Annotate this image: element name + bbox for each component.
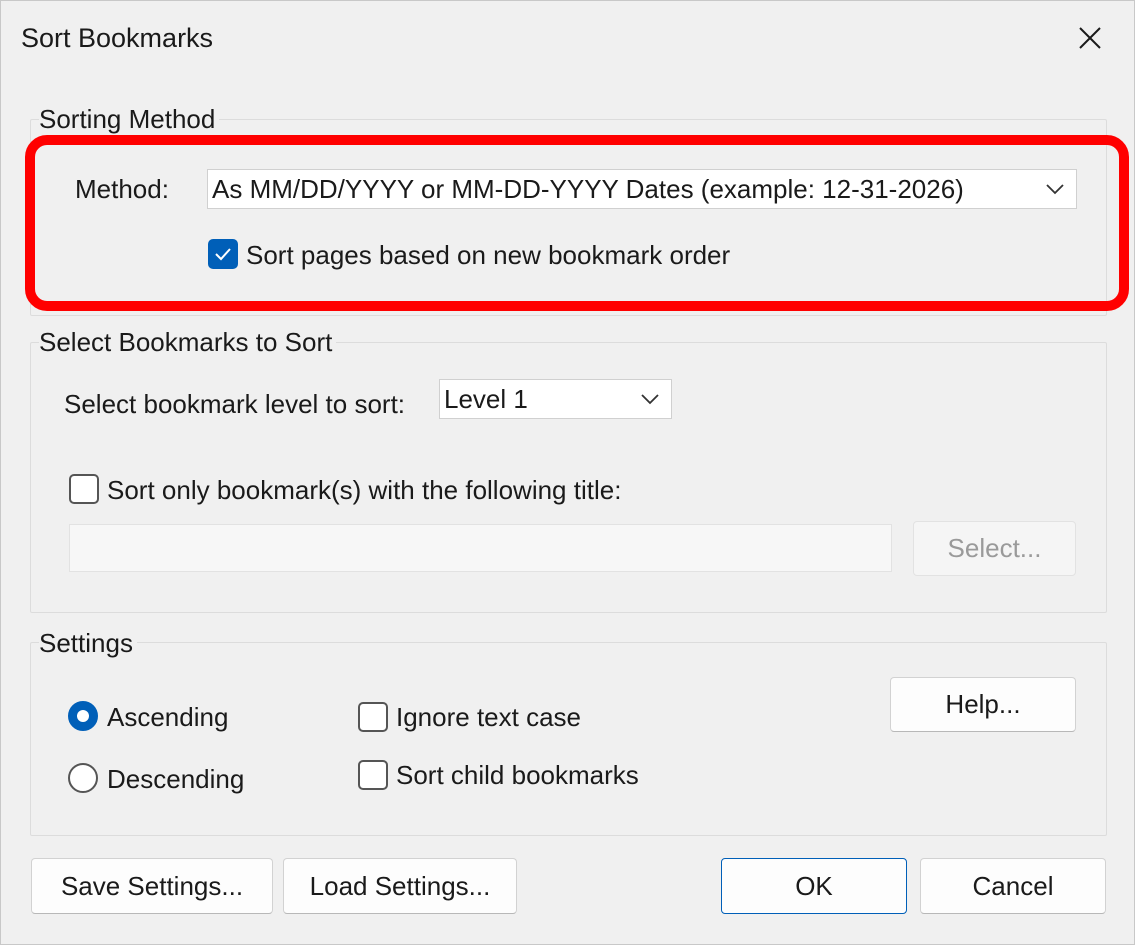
method-label: Method: [75,174,169,204]
chevron-down-icon [1046,184,1064,195]
close-icon [1079,27,1101,49]
sort-pages-label[interactable]: Sort pages based on new bookmark order [246,240,730,271]
title-filter-input[interactable] [69,524,892,572]
level-label: Select bookmark level to sort: [64,389,406,419]
ignore-case-checkbox[interactable] [358,702,388,732]
checkmark-icon [215,248,231,261]
dialog-title: Sort Bookmarks [21,23,214,53]
sorting-method-group-label: Sorting Method [39,104,220,135]
level-dropdown-value: Level 1 [444,383,528,414]
ascending-label[interactable]: Ascending [107,702,228,733]
chevron-down-icon [641,394,659,405]
select-button[interactable]: Select... [913,521,1076,576]
cancel-button[interactable]: Cancel [920,858,1106,914]
sort-bookmarks-dialog: Sort Bookmarks Sorting Method Method: As… [0,0,1135,945]
settings-group [30,642,1107,836]
radio-dot [77,710,89,722]
title-filter-checkbox[interactable] [69,474,99,504]
ok-button[interactable]: OK [721,858,907,914]
level-dropdown[interactable]: Level 1 [439,379,672,419]
sort-pages-checkbox[interactable] [208,239,238,269]
sort-children-checkbox[interactable] [358,760,388,790]
save-settings-button[interactable]: Save Settings... [31,858,273,914]
load-settings-button[interactable]: Load Settings... [283,858,517,914]
select-bookmarks-group-label: Select Bookmarks to Sort [39,327,337,358]
help-button[interactable]: Help... [890,677,1076,732]
method-dropdown-value: As MM/DD/YYYY or MM-DD-YYYY Dates (examp… [212,173,964,204]
title-filter-label[interactable]: Sort only bookmark(s) with the following… [107,475,621,506]
method-dropdown[interactable]: As MM/DD/YYYY or MM-DD-YYYY Dates (examp… [207,169,1077,209]
settings-group-label: Settings [39,628,137,659]
sort-children-label[interactable]: Sort child bookmarks [396,760,639,791]
close-button[interactable] [1065,15,1115,61]
ascending-radio[interactable] [68,701,98,731]
ignore-case-label[interactable]: Ignore text case [396,702,581,733]
descending-radio[interactable] [68,763,98,793]
sorting-method-group [30,119,1107,316]
descending-label[interactable]: Descending [107,764,244,795]
